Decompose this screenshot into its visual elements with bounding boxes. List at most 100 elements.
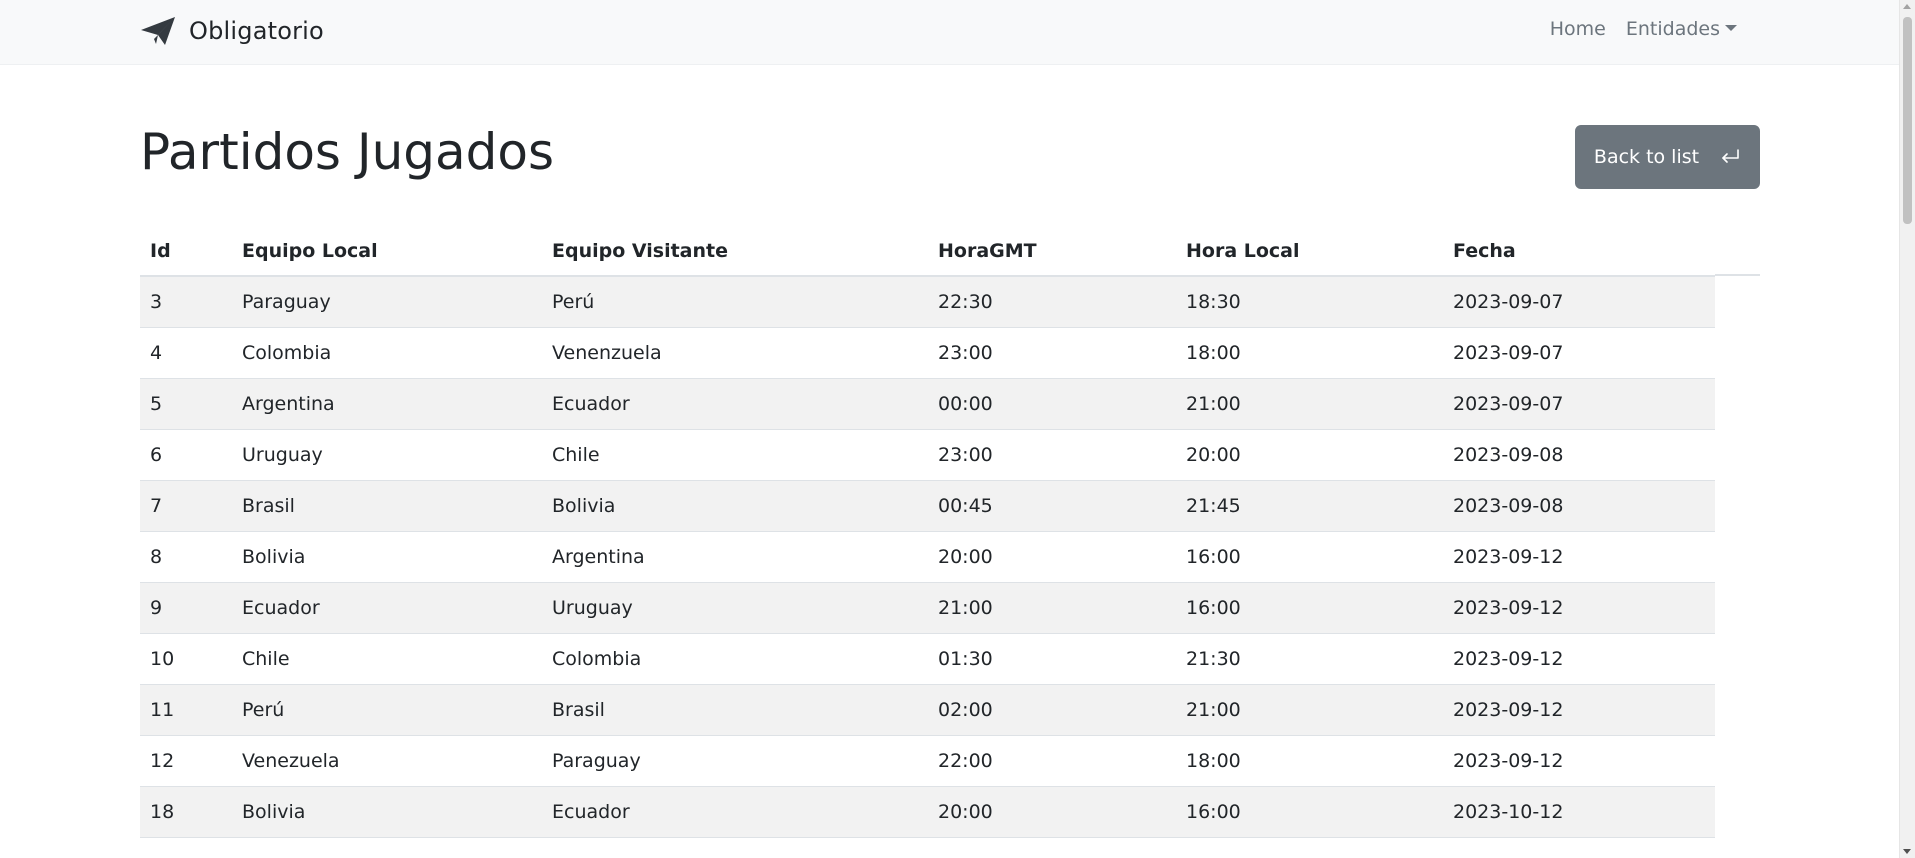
cell-fecha: 2023-09-07 — [1443, 276, 1715, 328]
cell-fecha: 2023-09-08 — [1443, 429, 1715, 481]
cell-equipo-visitante: Brasil — [542, 684, 928, 736]
navbar: Obligatorio Home Entidades — [0, 0, 1900, 65]
cell-id: 4 — [140, 327, 232, 379]
cell-hora-local: 16:00 — [1176, 786, 1443, 838]
cell-fecha: 2023-09-12 — [1443, 531, 1715, 583]
scroll-up-arrow-icon[interactable] — [1903, 4, 1911, 9]
back-to-list-button[interactable]: Back to list — [1575, 125, 1760, 189]
cell-equipo-visitante: Bolivia — [542, 480, 928, 532]
matches-table-container: Id Equipo Local Equipo Visitante HoraGMT… — [140, 226, 1760, 838]
page-scrollbar[interactable] — [1899, 0, 1915, 858]
cell-hora-local: 18:30 — [1176, 276, 1443, 328]
cell-equipo-local: Brasil — [232, 480, 542, 532]
cell-equipo-visitante: Ecuador — [542, 378, 928, 430]
cell-equipo-visitante: Paraguay — [542, 735, 928, 787]
header-hora-gmt: HoraGMT — [928, 226, 1176, 277]
header-divider-extension — [1715, 274, 1760, 276]
nav-links: Home Entidades — [1550, 18, 1737, 40]
cell-equipo-visitante: Perú — [542, 276, 928, 328]
cell-hora-local: 18:00 — [1176, 735, 1443, 787]
header-equipo-visitante: Equipo Visitante — [542, 226, 928, 277]
nav-entidades-dropdown[interactable]: Entidades — [1626, 18, 1737, 40]
cell-hora-gmt: 22:30 — [928, 276, 1176, 328]
return-arrow-icon — [1722, 149, 1739, 163]
cell-fecha: 2023-09-12 — [1443, 735, 1715, 787]
header-hora-local: Hora Local — [1176, 226, 1443, 277]
header-fecha: Fecha — [1443, 226, 1715, 277]
page-title: Partidos Jugados — [140, 123, 555, 181]
cell-hora-gmt: 23:00 — [928, 327, 1176, 379]
header-id: Id — [140, 226, 232, 277]
table-row: 4 Colombia Venenzuela 23:00 18:00 2023-0… — [140, 327, 1715, 379]
cell-fecha: 2023-10-12 — [1443, 786, 1715, 838]
cell-hora-gmt: 23:00 — [928, 429, 1176, 481]
cell-equipo-visitante: Chile — [542, 429, 928, 481]
table-row: 6 Uruguay Chile 23:00 20:00 2023-09-08 — [140, 429, 1715, 481]
cell-id: 3 — [140, 276, 232, 328]
cell-fecha: 2023-09-07 — [1443, 378, 1715, 430]
cell-hora-gmt: 00:00 — [928, 378, 1176, 430]
cell-equipo-local: Perú — [232, 684, 542, 736]
cell-hora-local: 20:00 — [1176, 429, 1443, 481]
cell-id: 18 — [140, 786, 232, 838]
cell-equipo-local: Ecuador — [232, 582, 542, 634]
cell-hora-gmt: 02:00 — [928, 684, 1176, 736]
cell-fecha: 2023-09-08 — [1443, 480, 1715, 532]
cell-hora-gmt: 01:30 — [928, 633, 1176, 685]
cell-fecha: 2023-09-12 — [1443, 582, 1715, 634]
cell-equipo-visitante: Argentina — [542, 531, 928, 583]
cell-id: 6 — [140, 429, 232, 481]
table-row: 18 Bolivia Ecuador 20:00 16:00 2023-10-1… — [140, 786, 1715, 838]
cell-id: 5 — [140, 378, 232, 430]
table-body: 3 Paraguay Perú 22:30 18:30 2023-09-07 4… — [140, 276, 1715, 838]
cell-hora-local: 21:30 — [1176, 633, 1443, 685]
cell-fecha: 2023-09-12 — [1443, 633, 1715, 685]
cell-id: 8 — [140, 531, 232, 583]
table-row: 8 Bolivia Argentina 20:00 16:00 2023-09-… — [140, 531, 1715, 583]
cell-id: 10 — [140, 633, 232, 685]
cell-fecha: 2023-09-07 — [1443, 327, 1715, 379]
cell-id: 11 — [140, 684, 232, 736]
cell-id: 7 — [140, 480, 232, 532]
matches-table: Id Equipo Local Equipo Visitante HoraGMT… — [140, 226, 1715, 838]
cell-equipo-local: Bolivia — [232, 786, 542, 838]
cell-equipo-local: Venezuela — [232, 735, 542, 787]
back-to-list-label: Back to list — [1593, 146, 1700, 168]
table-row: 3 Paraguay Perú 22:30 18:30 2023-09-07 — [140, 276, 1715, 328]
cell-hora-local: 21:00 — [1176, 684, 1443, 736]
cell-hora-local: 16:00 — [1176, 531, 1443, 583]
header-equipo-local: Equipo Local — [232, 226, 542, 277]
header-row: Id Equipo Local Equipo Visitante HoraGMT… — [140, 226, 1715, 277]
cell-equipo-local: Uruguay — [232, 429, 542, 481]
nav-entidades-label: Entidades — [1625, 18, 1720, 40]
scrollbar-thumb[interactable] — [1903, 17, 1912, 224]
cell-equipo-local: Paraguay — [232, 276, 542, 328]
table-row: 7 Brasil Bolivia 00:45 21:45 2023-09-08 — [140, 480, 1715, 532]
nav-home-link[interactable]: Home — [1550, 18, 1606, 40]
scroll-down-arrow-icon[interactable] — [1903, 849, 1911, 854]
table-row: 12 Venezuela Paraguay 22:00 18:00 2023-0… — [140, 735, 1715, 787]
table-row: 10 Chile Colombia 01:30 21:30 2023-09-12 — [140, 633, 1715, 685]
cell-equipo-visitante: Venenzuela — [542, 327, 928, 379]
cell-hora-gmt: 00:45 — [928, 480, 1176, 532]
cell-hora-local: 21:00 — [1176, 378, 1443, 430]
table-row: 5 Argentina Ecuador 00:00 21:00 2023-09-… — [140, 378, 1715, 430]
cell-hora-gmt: 22:00 — [928, 735, 1176, 787]
navbar-brand[interactable]: Obligatorio — [140, 14, 324, 48]
cell-equipo-visitante: Colombia — [542, 633, 928, 685]
table-header: Id Equipo Local Equipo Visitante HoraGMT… — [140, 226, 1715, 277]
cell-hora-gmt: 20:00 — [928, 531, 1176, 583]
cell-hora-gmt: 21:00 — [928, 582, 1176, 634]
cell-id: 12 — [140, 735, 232, 787]
caret-down-icon — [1725, 25, 1737, 31]
cell-equipo-local: Bolivia — [232, 531, 542, 583]
table-row: 11 Perú Brasil 02:00 21:00 2023-09-12 — [140, 684, 1715, 736]
cell-hora-gmt: 20:00 — [928, 786, 1176, 838]
cell-equipo-local: Argentina — [232, 378, 542, 430]
cell-fecha: 2023-09-12 — [1443, 684, 1715, 736]
cell-equipo-visitante: Ecuador — [542, 786, 928, 838]
cell-hora-local: 16:00 — [1176, 582, 1443, 634]
cell-id: 9 — [140, 582, 232, 634]
brand-title: Obligatorio — [189, 17, 324, 45]
cell-equipo-local: Colombia — [232, 327, 542, 379]
